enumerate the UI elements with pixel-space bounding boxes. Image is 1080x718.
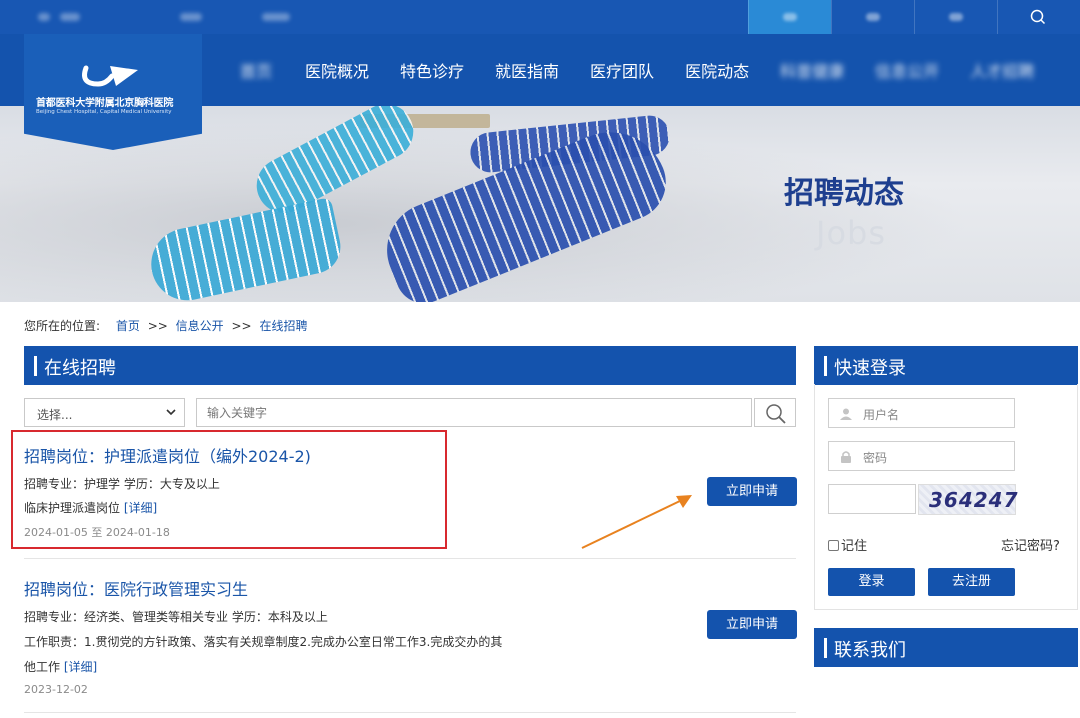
keyword-search-input[interactable] [196, 398, 752, 427]
captcha-image[interactable]: 364247 [918, 484, 1019, 515]
breadcrumb-info[interactable]: 信息公开 [176, 319, 224, 333]
nav-item-specialty[interactable]: 特色诊疗 [400, 58, 464, 82]
job-major-line: 招聘专业：经济类、管理类等相关专业 学历：本科及以上 [24, 610, 328, 624]
section-header-contact: 联系我们 [814, 628, 1078, 667]
contact-title: 联系我们 [834, 640, 906, 661]
job-title[interactable]: 招聘岗位：护理派遣岗位（编外2024-2) [24, 443, 796, 467]
job-description-cont: 他工作 [详细] [24, 658, 796, 675]
job-description: 工作职责：1.贯彻党的方针政策、落实有关规章制度2.完成办公室日常工作3.完成交… [24, 635, 503, 649]
login-title: 快速登录 [834, 358, 906, 379]
register-button[interactable]: 去注册 [928, 568, 1015, 596]
logo-name-en: Beijing Chest Hospital, Capital Medical … [36, 109, 172, 115]
blurred-link[interactable] [60, 13, 80, 21]
nav-item-overview[interactable]: 医院概况 [305, 58, 369, 82]
hospital-logo[interactable]: 首都医科大学附属北京胸科医院 Beijing Chest Hospital, C… [24, 34, 202, 150]
remember-me[interactable]: 记住 [828, 535, 867, 554]
login-button[interactable]: 登录 [828, 568, 915, 596]
breadcrumb: 您所在的位置: 首页 >> 信息公开 >> 在线招聘 [24, 317, 307, 334]
topbar-search[interactable] [997, 0, 1080, 34]
section-header-login: 快速登录 [814, 346, 1078, 385]
job-detail-link[interactable]: [详细] [64, 660, 97, 674]
logo-mark-icon [82, 65, 138, 87]
select-value: 选择... [37, 408, 73, 422]
nav-item-blurred[interactable]: 科普健康 [780, 58, 844, 82]
nav-item-news[interactable]: 医院动态 [685, 58, 749, 82]
captcha-text: 364247 [929, 488, 1019, 512]
job-detail-link[interactable]: [详细] [124, 501, 157, 515]
job-desc-text: 他工作 [24, 660, 64, 674]
nav-item-blurred[interactable]: 信息公开 [875, 58, 939, 82]
top-utility-bar [0, 0, 1080, 34]
job-desc-text: 临床护理派遣岗位 [24, 501, 124, 515]
nav-item-blurred[interactable]: 人才招聘 [970, 58, 1034, 82]
breadcrumb-home[interactable]: 首页 [116, 319, 140, 333]
breadcrumb-current[interactable]: 在线招聘 [259, 319, 307, 333]
nav-item-home[interactable]: 首页 [240, 58, 274, 82]
captcha-input[interactable] [828, 484, 916, 514]
username-field[interactable]: 用户名 [828, 398, 1015, 428]
topbar-cell[interactable] [914, 0, 997, 34]
category-select[interactable]: 选择... [24, 398, 185, 427]
job-listing: 招聘岗位：医院行政管理实习生 招聘专业：经济类、管理类等相关专业 学历：本科及以… [24, 576, 796, 696]
section-title: 在线招聘 [44, 358, 116, 379]
apply-button[interactable]: 立即申请 [707, 477, 797, 506]
job-date: 2023-12-02 [24, 683, 88, 696]
topbar-quick-links [748, 0, 1080, 34]
nav-item-team[interactable]: 医疗团队 [590, 58, 654, 82]
chevron-down-icon [166, 409, 176, 416]
job-title[interactable]: 招聘岗位：医院行政管理实习生 [24, 576, 796, 600]
breadcrumb-separator: >> [231, 319, 252, 333]
search-icon [766, 404, 786, 424]
nav-menu: 首页 医院概况 特色诊疗 就医指南 医疗团队 医院动态 科普健康 信息公开 人才… [240, 34, 1065, 106]
remember-label: 记住 [841, 539, 868, 554]
search-icon[interactable] [1030, 9, 1046, 25]
apply-button[interactable]: 立即申请 [707, 610, 797, 639]
search-button[interactable] [754, 398, 796, 427]
blurred-link[interactable] [180, 13, 202, 21]
username-placeholder: 用户名 [863, 408, 900, 422]
blurred-link[interactable] [262, 13, 290, 21]
section-header-recruitment: 在线招聘 [24, 346, 796, 385]
remember-checkbox[interactable] [828, 540, 839, 551]
topbar-cell[interactable] [831, 0, 914, 34]
breadcrumb-label: 您所在的位置: [24, 319, 101, 333]
banner-title: 招聘动态 [784, 176, 904, 211]
list-divider [24, 712, 796, 713]
password-field[interactable]: 密码 [828, 441, 1015, 471]
breadcrumb-separator: >> [147, 319, 168, 333]
logo-name-cn: 首都医科大学附属北京胸科医院 [36, 98, 174, 109]
list-divider [24, 558, 796, 559]
lock-icon [841, 451, 851, 463]
forgot-password-link[interactable]: 忘记密码? [1001, 535, 1060, 554]
nav-item-guide[interactable]: 就医指南 [495, 58, 559, 82]
banner-subtitle: Jobs [816, 214, 886, 252]
user-icon [840, 408, 852, 420]
arrow-annotation-icon [581, 495, 692, 549]
password-placeholder: 密码 [863, 451, 888, 465]
blurred-link[interactable] [38, 13, 50, 21]
topbar-cell[interactable] [748, 0, 831, 34]
